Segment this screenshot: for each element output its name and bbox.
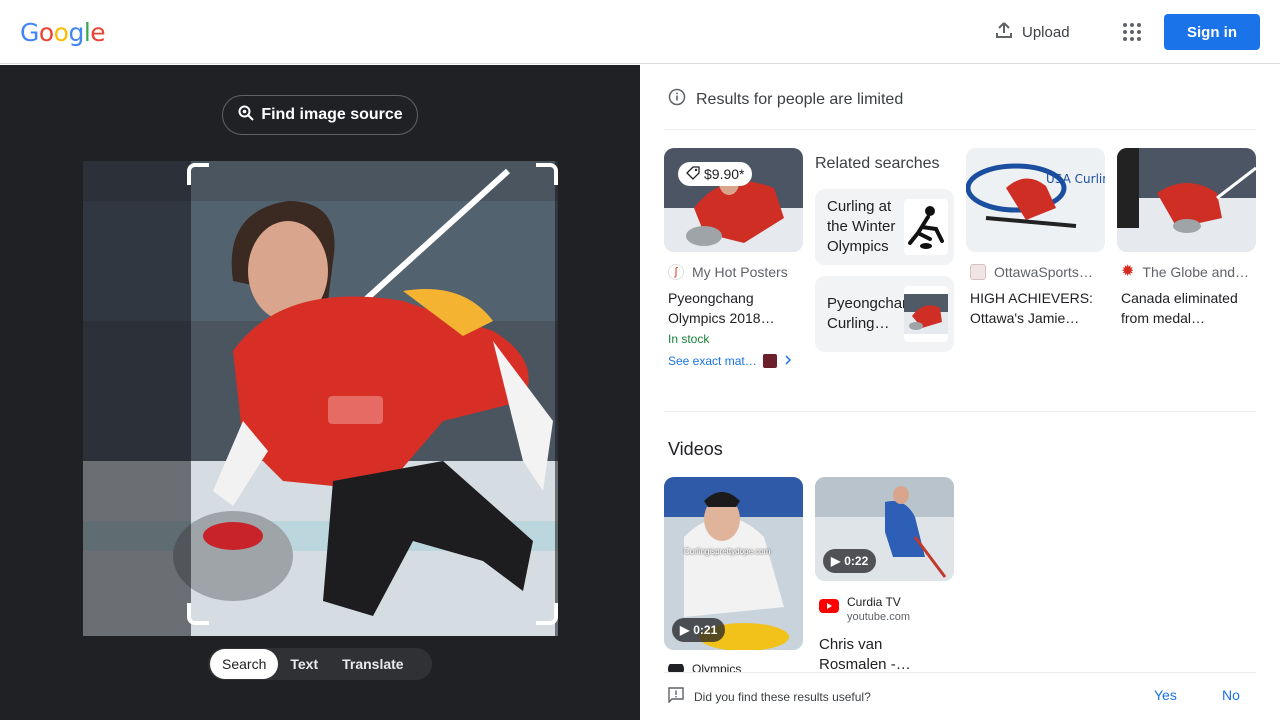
- youtube-icon: [819, 599, 839, 618]
- video-thumbnail[interactable]: Curlingisprettydope.com ▶ 0:21: [664, 477, 803, 650]
- crop-selection-box[interactable]: [187, 163, 558, 625]
- related-search-curling-winter-olympics[interactable]: Curling at the Winter Olympics: [815, 189, 954, 265]
- result-source: OttawaSports…: [970, 264, 1105, 280]
- result-source-name: The Globe and…: [1142, 264, 1250, 280]
- stock-status: In stock: [668, 332, 710, 346]
- exact-match-thumbnail: [762, 354, 777, 368]
- find-image-source-button[interactable]: Find image source: [222, 95, 418, 135]
- result-title-line: HIGH ACHIEVERS:: [970, 290, 1093, 306]
- exact-match-label: See exact mat…: [668, 354, 757, 368]
- crop-handle-top-left[interactable]: [187, 163, 209, 185]
- divider: [664, 411, 1256, 412]
- mode-translate-tab[interactable]: Translate: [330, 649, 415, 679]
- logo-letter-g: G: [20, 18, 39, 47]
- video-title-line: Chris van: [819, 636, 883, 653]
- sign-in-button[interactable]: Sign in: [1164, 14, 1260, 50]
- video-duration-badge: ▶ 0:21: [672, 618, 726, 642]
- result-card-ottawa-sports[interactable]: USA Curling OttawaSports… HIGH ACHIEVERS…: [966, 148, 1105, 328]
- logo-letter-e: e: [90, 18, 106, 47]
- result-card-my-hot-posters[interactable]: $9.90* ʃ My Hot Posters Pyeongchang Olym…: [664, 148, 803, 368]
- result-thumbnail[interactable]: USA Curling: [966, 148, 1105, 252]
- crop-handle-top-right[interactable]: [536, 163, 558, 185]
- result-title-line: Olympics 2018…: [668, 310, 775, 326]
- result-title-line: Ottawa's Jamie…: [970, 310, 1080, 326]
- top-header: Google Upload Sign in: [0, 0, 1280, 64]
- upload-icon: [994, 20, 1014, 44]
- results-panel: Results for people are limited $9.90* ʃ …: [640, 65, 1280, 720]
- video-caption-overlay: Curlingisprettydope.com: [684, 547, 771, 556]
- video-thumbnail[interactable]: ▶ 0:22: [815, 477, 954, 581]
- upload-label: Upload: [1022, 23, 1070, 41]
- related-searches-heading: Related searches: [815, 155, 940, 172]
- notice-text: Results for people are limited: [696, 90, 904, 108]
- video-source: Curdia TV youtube.com: [819, 595, 954, 623]
- result-title[interactable]: Canada eliminated from medal…: [1121, 288, 1256, 328]
- related-search-label: Curling at the Winter Olympics: [827, 198, 896, 255]
- logo-letter-o2: o: [53, 18, 69, 47]
- curling-pictogram-icon: [904, 199, 948, 255]
- result-thumbnail[interactable]: [1117, 148, 1256, 252]
- apps-grid-icon[interactable]: [1116, 16, 1148, 48]
- related-search-label: Pyeongchang Curling…: [827, 295, 919, 332]
- image-panel: Find image source Search Text Translate: [0, 65, 640, 720]
- price-text: $9.90*: [704, 166, 745, 182]
- video-duration: 0:22: [844, 554, 869, 568]
- divider: [664, 129, 1256, 130]
- result-title[interactable]: HIGH ACHIEVERS: Ottawa's Jamie…: [970, 288, 1105, 328]
- related-search-pyeongchang-curling[interactable]: Pyeongchang Curling…: [815, 276, 954, 352]
- feedback-no-button[interactable]: No: [1222, 687, 1240, 703]
- mode-search-tab[interactable]: Search: [210, 649, 279, 679]
- result-source-name: OttawaSports…: [994, 264, 1093, 280]
- feedback-question: Did you find these results useful?: [694, 689, 871, 704]
- result-title-line: Pyeongchang: [668, 290, 754, 306]
- result-title-line: from medal…: [1121, 310, 1206, 326]
- logo-letter-o1: o: [38, 18, 54, 47]
- videos-heading: Videos: [668, 439, 723, 459]
- price-badge: $9.90*: [678, 162, 753, 186]
- maple-leaf-icon: ✹: [1121, 264, 1135, 280]
- result-title[interactable]: Pyeongchang Olympics 2018…: [668, 288, 803, 328]
- play-icon: ▶: [680, 623, 690, 637]
- find-image-source-label: Find image source: [261, 106, 403, 123]
- crop-handle-bottom-right[interactable]: [536, 603, 558, 625]
- results-limited-notice: Results for people are limited: [668, 88, 903, 111]
- see-exact-matches-link[interactable]: See exact mat…: [668, 354, 803, 368]
- image-dim-left: [83, 161, 191, 636]
- result-title-line: Canada eliminated: [1121, 290, 1238, 306]
- chevron-right-icon: [783, 354, 793, 368]
- video-card-curdia-tv[interactable]: ▶ 0:22 Curdia TV youtube.com Chris van R…: [815, 477, 954, 675]
- video-title[interactable]: Chris van Rosmalen -…: [819, 635, 954, 675]
- video-source-domain: youtube.com: [847, 611, 910, 623]
- upload-button[interactable]: Upload: [984, 12, 1080, 52]
- result-card-globe-and-mail[interactable]: ✹ The Globe and… Canada eliminated from …: [1117, 148, 1256, 328]
- site-favicon-icon: ʃ: [668, 264, 684, 280]
- price-tag-icon: [686, 165, 700, 183]
- video-source-name: Curdia TV: [847, 595, 901, 609]
- video-duration: 0:21: [693, 623, 718, 637]
- feedback-icon: [668, 687, 684, 706]
- related-search-thumbnail: [904, 286, 948, 342]
- result-source: ✹ The Globe and…: [1121, 264, 1256, 280]
- image-search-icon: [237, 104, 255, 127]
- play-icon: ▶: [831, 554, 841, 568]
- mode-text-tab[interactable]: Text: [278, 649, 330, 679]
- result-source: ʃ My Hot Posters: [668, 264, 803, 280]
- mode-switcher: Search Text Translate: [208, 648, 432, 680]
- feedback-bar: Did you find these results useful? Yes N…: [664, 672, 1256, 720]
- crop-handle-bottom-left[interactable]: [187, 603, 209, 625]
- result-thumbnail[interactable]: $9.90*: [664, 148, 803, 252]
- site-favicon-icon: [970, 264, 986, 280]
- video-duration-badge: ▶ 0:22: [823, 549, 877, 573]
- video-card-olympics[interactable]: Curlingisprettydope.com ▶ 0:21 Olympics: [664, 477, 803, 674]
- svg-text:USA Curling: USA Curling: [1046, 172, 1105, 186]
- google-logo[interactable]: Google: [20, 18, 106, 47]
- result-source-name: My Hot Posters: [692, 264, 788, 280]
- logo-letter-g2: g: [68, 18, 84, 47]
- info-icon: [668, 88, 686, 111]
- feedback-yes-button[interactable]: Yes: [1154, 687, 1177, 703]
